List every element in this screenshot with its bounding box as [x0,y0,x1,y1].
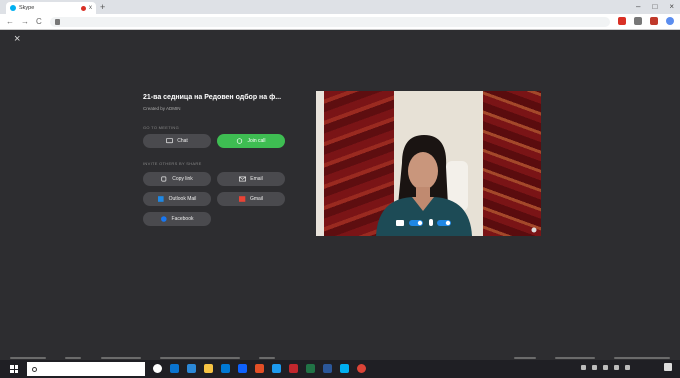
join-call-button[interactable]: Join call [217,134,285,148]
recording-indicator-icon [81,5,86,11]
task-view-icon[interactable] [153,364,162,373]
outlook-mail-button[interactable]: Outlook Mail [143,192,211,206]
footer-link[interactable] [65,357,82,359]
chat-button[interactable]: Chat [143,134,211,148]
file-explorer-icon[interactable] [204,364,213,373]
chat-icon [166,138,174,144]
app-icon[interactable] [272,364,281,373]
taskbar-search[interactable] [27,362,145,376]
close-icon[interactable]: × [14,33,20,45]
gmail-icon [238,196,246,202]
search-icon [32,366,37,372]
section-invite-others: INVITE OTHERS BY SHARE [143,161,202,166]
tray-icon[interactable] [592,364,597,370]
footer-link[interactable] [259,357,275,359]
tab-close-button[interactable]: x [89,5,92,11]
notifications-icon[interactable] [664,363,672,371]
mail-icon[interactable] [238,364,247,373]
system-tray [581,363,672,371]
app-icon[interactable] [289,364,298,373]
section-go-to-meeting: GO TO MEETING [143,125,179,130]
network-icon[interactable] [614,364,619,370]
gmail-button[interactable]: Gmail [217,192,285,206]
footer-link[interactable] [159,357,240,359]
store-icon[interactable] [221,364,230,373]
browser-extensions [618,17,674,25]
preview-controls [396,219,451,226]
facebook-button[interactable]: Facebook [143,212,211,226]
copy-link-button[interactable]: Copy link [143,172,211,186]
address-bar[interactable] [50,17,610,27]
browser-nav: ← → C [6,17,42,27]
browser-tab-strip: Skype x + – □ × [0,0,680,14]
link-icon [161,176,167,182]
curtain-right [483,91,541,236]
footer-link[interactable] [100,357,141,359]
word-icon[interactable] [323,364,332,373]
settings-icon[interactable] [531,227,537,233]
excel-icon[interactable] [306,364,315,373]
back-button[interactable]: ← [6,17,14,27]
join-call-label: Join call [247,138,266,144]
outlook-icon [157,196,164,202]
maximize-button[interactable]: □ [652,1,657,13]
minimize-button[interactable]: – [636,1,640,13]
forward-button[interactable]: → [21,17,29,27]
chrome-icon[interactable] [357,364,366,373]
skype-icon[interactable] [340,364,349,373]
volume-icon[interactable] [625,364,630,370]
profile-avatar-icon[interactable] [666,17,674,25]
lock-icon [55,19,60,25]
footer-link[interactable] [554,357,595,359]
footer-link[interactable] [614,357,670,359]
new-tab-button[interactable]: + [100,2,105,12]
browser-toolbar: ← → C [0,14,680,30]
skype-favicon-icon [10,5,16,11]
extension-icon[interactable] [650,17,658,25]
footer-spacer [294,357,494,359]
mic-icon [429,219,433,226]
email-icon [239,176,247,182]
windows-logo-icon[interactable] [10,365,18,373]
taskbar-apps [153,364,366,373]
camera-icon [396,220,404,226]
tab-title: Skype [19,5,35,11]
camera-preview [316,91,541,236]
email-button[interactable]: Email [217,172,285,186]
meeting-title: 21-ва седница на Редовен одбор на ф... [143,94,282,101]
browser-tab-skype[interactable]: Skype x [6,2,96,14]
extension-icon[interactable] [618,17,626,25]
gmail-label: Gmail [249,196,264,202]
edge-icon[interactable] [170,364,179,373]
app-icon[interactable] [255,364,264,373]
window-controls: – □ × [636,1,674,13]
video-call-icon [237,138,243,144]
windows-taskbar [0,360,680,378]
footer-link[interactable] [513,357,536,359]
facebook-label: Facebook [171,216,194,222]
copy-link-label: Copy link [172,176,193,182]
tray-icon[interactable] [603,364,608,370]
email-label: Email [250,176,263,182]
close-window-button[interactable]: × [669,1,674,13]
extension-icon[interactable] [634,17,642,25]
chat-button-label: Chat [177,138,188,144]
facebook-icon [160,216,167,222]
footer-link[interactable] [10,357,46,359]
app-icon[interactable] [187,364,196,373]
meeting-creator: Created by ADMIN [143,106,181,111]
tray-icon[interactable] [581,364,586,370]
outlook-label: Outlook Mail [168,196,197,202]
reload-button[interactable]: C [36,17,42,27]
